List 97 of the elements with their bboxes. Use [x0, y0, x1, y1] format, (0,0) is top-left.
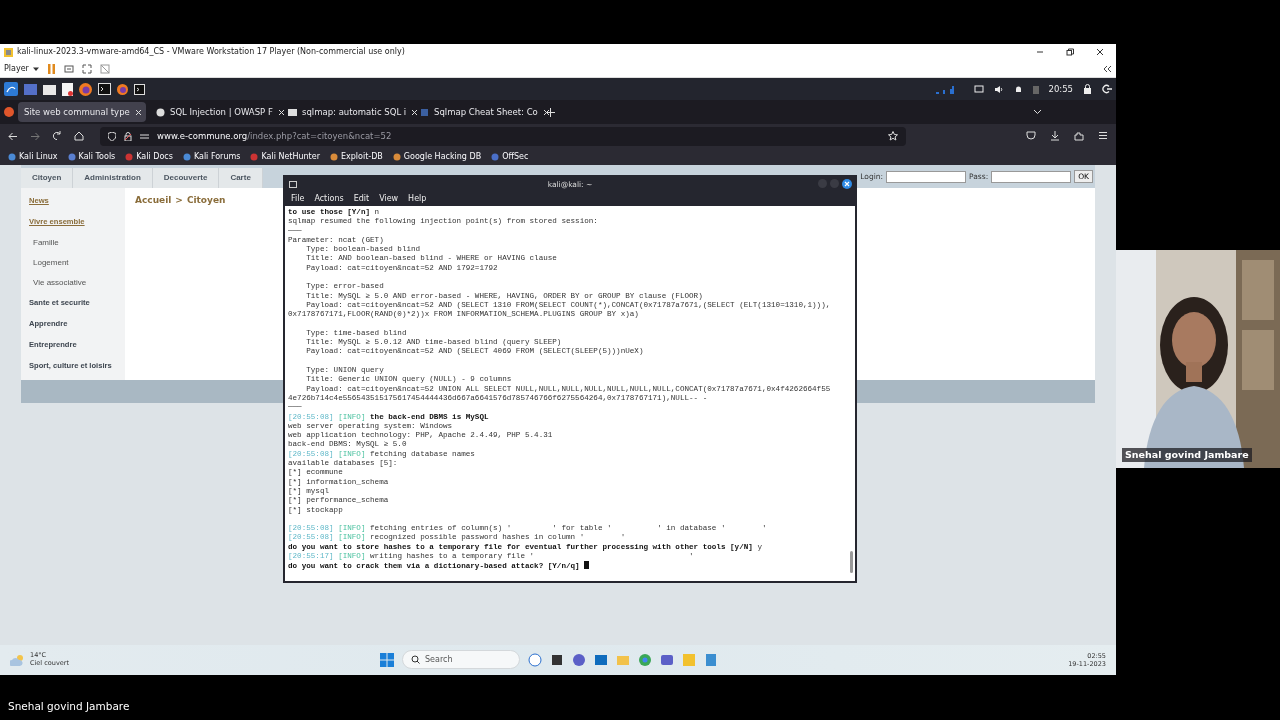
- battery-icon: [1032, 84, 1039, 94]
- bookmark-link[interactable]: Kali Forums: [182, 150, 241, 163]
- bookmark-icon: [329, 152, 338, 161]
- bookmark-icon: [125, 152, 134, 161]
- notepad-icon[interactable]: [704, 652, 718, 667]
- shield-icon: [108, 131, 116, 141]
- reload-icon[interactable]: [52, 131, 62, 141]
- terminal-icon[interactable]: [134, 83, 145, 95]
- new-tab-icon[interactable]: [546, 107, 555, 117]
- bookmark-link[interactable]: OffSec: [491, 150, 529, 163]
- bookmark-icon: [8, 152, 16, 161]
- folder-icon[interactable]: [43, 83, 56, 95]
- caret-icon: [32, 65, 39, 72]
- browser-icon[interactable]: [638, 652, 652, 667]
- breadcrumb-separator: >: [175, 194, 183, 208]
- panel-clock: 20:55: [1048, 82, 1073, 96]
- page-icon: [288, 107, 297, 117]
- participant-name: Snehal govind Jambare: [1122, 448, 1252, 463]
- sidebar-sublink[interactable]: Vie associative: [29, 276, 87, 297]
- lock-icon: [124, 131, 132, 141]
- restore-icon[interactable]: [1066, 48, 1074, 56]
- firefox-icon[interactable]: [117, 83, 128, 95]
- page-icon: [420, 107, 429, 117]
- bookmark-icon: [392, 152, 401, 161]
- volume-icon[interactable]: [993, 84, 1004, 94]
- bookmark-link[interactable]: Kali Tools: [67, 150, 116, 163]
- unity-icon[interactable]: [99, 63, 110, 74]
- bookmark-link[interactable]: Google Hacking DB: [392, 150, 482, 163]
- sidebar-sublink[interactable]: Logement: [29, 256, 69, 277]
- menu-item[interactable]: Help: [408, 193, 427, 205]
- bookmark-link[interactable]: Kali NetHunter: [250, 150, 320, 163]
- extensions-icon[interactable]: [1074, 131, 1084, 141]
- bookmark-icon: [250, 152, 259, 161]
- pause-icon[interactable]: [46, 63, 56, 74]
- pocket-icon[interactable]: [1026, 131, 1036, 140]
- site-nav-link[interactable]: Carte: [219, 168, 263, 189]
- send-keys-icon[interactable]: [63, 63, 74, 74]
- text-editor-icon[interactable]: [62, 82, 73, 96]
- site-nav-link[interactable]: Decouverte: [152, 168, 220, 189]
- cloud-icon: [10, 654, 26, 666]
- back-icon[interactable]: [8, 131, 18, 141]
- browser-tab[interactable]: SQL Injection | OWASP F: [150, 102, 278, 122]
- bell-icon[interactable]: [1013, 84, 1023, 94]
- search-icon: [411, 655, 420, 664]
- bookmark-link[interactable]: Exploit-DB: [329, 150, 383, 163]
- bookmark-link[interactable]: Kali Docs: [125, 150, 173, 163]
- download-icon[interactable]: [1050, 131, 1060, 141]
- browser-tab[interactable]: Site web communal type: [18, 102, 146, 122]
- browser-tab[interactable]: sqlmap: automatic SQL i: [282, 102, 410, 122]
- breadcrumb-link[interactable]: Accueil: [135, 194, 172, 375]
- fullscreen-icon[interactable]: [81, 63, 92, 74]
- permissions-icon: [140, 132, 149, 140]
- kali-menu-icon[interactable]: [4, 82, 18, 96]
- collapse-icon[interactable]: [1102, 64, 1112, 73]
- menu-item[interactable]: Edit: [353, 193, 370, 205]
- player-menu[interactable]: Player: [4, 62, 39, 75]
- tab-list-icon[interactable]: [1033, 109, 1042, 115]
- lock-icon[interactable]: [1083, 84, 1092, 94]
- bookmark-icon: [182, 152, 191, 161]
- forward-icon[interactable]: [30, 131, 40, 141]
- mail-icon[interactable]: [594, 652, 608, 667]
- breadcrumb-link[interactable]: Citoyen: [186, 194, 226, 375]
- password-field[interactable]: [991, 170, 1072, 183]
- caption-text: Snehal govind Jambare: [8, 699, 130, 715]
- firefox-icon[interactable]: [79, 82, 92, 96]
- globe-icon: [156, 107, 165, 117]
- browser-tab[interactable]: Sqlmap Cheat Sheet: Co: [414, 102, 542, 122]
- app-icon[interactable]: [550, 652, 564, 667]
- sidebar-sublink[interactable]: Famille: [29, 236, 59, 257]
- terminal-icon[interactable]: [98, 83, 111, 95]
- chat-icon[interactable]: [572, 652, 586, 667]
- menu-icon[interactable]: [1098, 131, 1108, 140]
- scrollbar[interactable]: [850, 551, 853, 573]
- vmware-logo-icon: [4, 47, 13, 57]
- menu-item[interactable]: Actions: [314, 193, 344, 205]
- login-field[interactable]: [886, 170, 967, 183]
- desktop-icon[interactable]: [24, 83, 37, 95]
- search-field[interactable]: Search: [402, 650, 520, 669]
- bookmark-star-icon[interactable]: [888, 131, 898, 141]
- minimize-icon[interactable]: [1036, 48, 1044, 56]
- bookmark-icon: [491, 152, 500, 161]
- logout-icon[interactable]: [1102, 84, 1112, 94]
- bookmark-icon: [67, 152, 76, 161]
- firefox-icon[interactable]: [4, 107, 14, 117]
- close-icon[interactable]: [1096, 48, 1104, 56]
- menu-item[interactable]: View: [379, 193, 399, 205]
- windows-logo-icon[interactable]: [380, 652, 394, 667]
- menu-item[interactable]: File: [291, 193, 305, 205]
- bookmark-link[interactable]: Kali Linux: [8, 150, 58, 163]
- teams-icon[interactable]: [660, 652, 674, 667]
- terminal-icon: [289, 181, 297, 188]
- window-title: kali-linux-2023.3-vmware-amd64_CS - VMware Workstation 17 Player (Non-commercial use only): [17, 46, 405, 58]
- url-text: www.e-commune.org/index.php?cat=citoyen&ncat=52: [157, 129, 392, 143]
- home-icon[interactable]: [74, 131, 84, 141]
- close-icon[interactable]: [842, 179, 852, 189]
- address-bar[interactable]: www.e-commune.org/index.php?cat=citoyen&ncat=52: [100, 126, 906, 146]
- display-icon[interactable]: [973, 84, 984, 94]
